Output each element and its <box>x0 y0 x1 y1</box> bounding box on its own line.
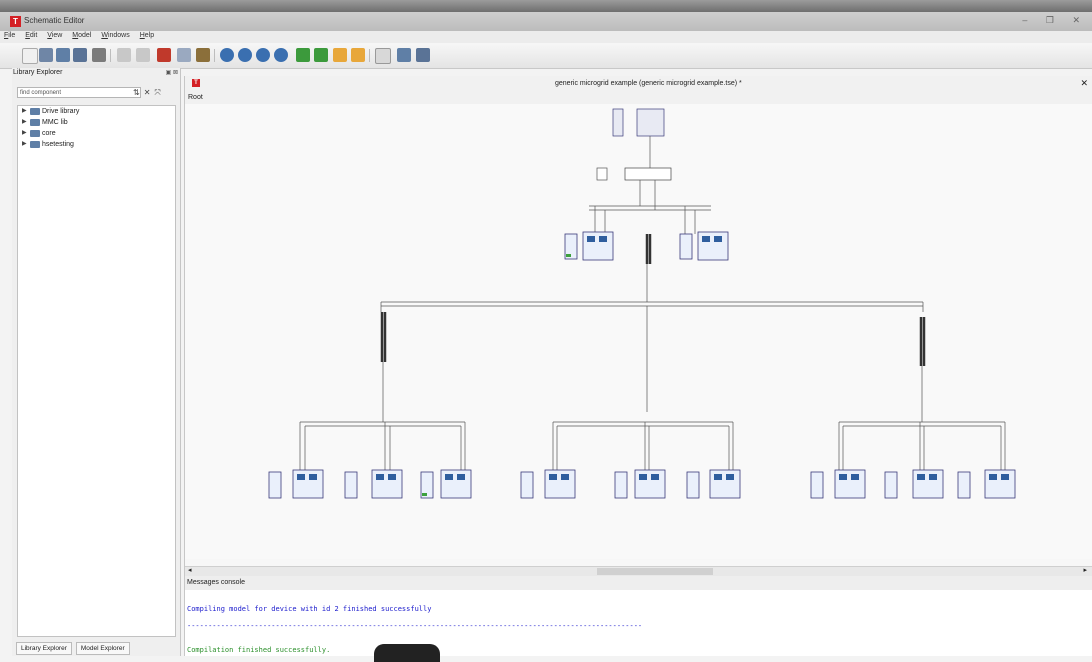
tree-item-label: hsetesting <box>42 141 74 148</box>
component-search-input[interactable]: find component <box>17 87 141 98</box>
toolbar-separator <box>214 49 215 62</box>
new-file-icon[interactable] <box>22 48 38 64</box>
menu-edit[interactable]: Edit <box>21 31 41 40</box>
cut-icon[interactable] <box>157 48 171 62</box>
app-logo-icon: T <box>10 16 21 27</box>
explorer-tabs: Library Explorer Model Explorer <box>12 642 130 656</box>
toolbar <box>0 43 1092 69</box>
expand-arrow-icon[interactable]: ▶ <box>22 106 27 117</box>
monitor-top-bezel <box>0 0 1092 12</box>
open-folder-icon[interactable] <box>39 48 53 62</box>
hil-connect-icon[interactable] <box>416 48 430 62</box>
scroll-left-icon[interactable]: ◂ <box>188 566 192 574</box>
library-tree: ▶ Drive library ▶ MMC lib ▶ core ▶ hsete… <box>17 105 176 637</box>
scroll-right-icon[interactable]: ▸ <box>1083 566 1087 574</box>
tree-item-label: MMC lib <box>42 119 68 126</box>
save-icon[interactable] <box>73 48 87 62</box>
window-controls: – ❐ ✕ <box>1006 15 1080 26</box>
flip-horizontal-icon[interactable] <box>333 48 347 62</box>
document-title: generic microgrid example (generic micro… <box>555 80 742 87</box>
toolbar-separator <box>110 49 111 62</box>
library-explorer-panel: Library Explorer ▣ ⊠ find component ⇅ ✕ ⤧ … <box>12 68 181 656</box>
tab-model-explorer[interactable]: Model Explorer <box>75 642 130 655</box>
document-logo-icon: T <box>192 79 200 87</box>
messages-console-header: Messages console <box>185 576 1092 591</box>
tree-item-core[interactable]: ▶ core <box>18 128 175 139</box>
restore-button[interactable]: ❐ <box>1046 15 1054 26</box>
close-window-button[interactable]: ✕ <box>1072 15 1080 26</box>
copy-icon[interactable] <box>177 48 191 62</box>
toolbar-separator <box>369 49 370 62</box>
sort-icon[interactable]: ⇅ <box>133 88 140 97</box>
console-separator: ----------------------------------------… <box>187 622 643 630</box>
clear-search-icon[interactable]: ✕ <box>144 88 151 97</box>
library-explorer-header: Library Explorer ▣ ⊠ <box>12 68 180 79</box>
title-bar: T Schematic Editor – ❐ ✕ <box>0 12 1092 32</box>
app-title: Schematic Editor <box>24 16 85 25</box>
flip-vertical-icon[interactable] <box>351 48 365 62</box>
schematic-canvas[interactable] <box>185 104 1092 559</box>
document-header: T generic microgrid example (generic mic… <box>185 76 1092 105</box>
tree-item-drive-library[interactable]: ▶ Drive library <box>18 106 175 117</box>
tree-item-label: core <box>42 130 56 137</box>
console-success-message: Compilation finished successfully. <box>187 646 331 654</box>
close-document-icon[interactable]: ✕ <box>1080 78 1088 89</box>
zoom-fit-icon[interactable] <box>256 48 270 62</box>
tree-item-hsetesting[interactable]: ▶ hsetesting <box>18 139 175 150</box>
meter-block <box>612 108 624 137</box>
menu-model[interactable]: Model <box>68 31 95 40</box>
scrollbar-thumb[interactable] <box>597 568 713 575</box>
panel-float-close-icons[interactable]: ▣ ⊠ <box>166 69 178 76</box>
zoom-in-icon[interactable] <box>220 48 234 62</box>
screen: T Schematic Editor – ❐ ✕ File Edit View … <box>0 0 1092 662</box>
menu-view[interactable]: View <box>43 31 66 40</box>
monitor-stand <box>374 644 440 662</box>
expand-arrow-icon[interactable]: ▶ <box>22 128 27 139</box>
main-bus-block <box>624 167 672 181</box>
undo-icon[interactable] <box>117 48 131 62</box>
zoom-out-icon[interactable] <box>238 48 252 62</box>
folder-icon <box>30 119 40 126</box>
library-explorer-title: Library Explorer <box>13 69 63 76</box>
go-down-icon[interactable] <box>314 48 328 62</box>
folder-icon <box>30 141 40 148</box>
open-recent-icon[interactable] <box>56 48 70 62</box>
menu-windows[interactable]: Windows <box>97 31 133 40</box>
expand-arrow-icon[interactable]: ▶ <box>22 117 27 128</box>
menu-file[interactable]: File <box>0 31 19 40</box>
paste-icon[interactable] <box>196 48 210 62</box>
tree-item-mmc-lib[interactable]: ▶ MMC lib <box>18 117 175 128</box>
schematic-document: T generic microgrid example (generic mic… <box>184 76 1092 656</box>
console-message: Compiling model for device with id 2 fin… <box>187 605 432 613</box>
expand-arrow-icon[interactable]: ▶ <box>22 139 27 150</box>
collapse-all-icon[interactable]: ⤧ <box>154 88 160 98</box>
tab-library-explorer[interactable]: Library Explorer <box>16 642 72 655</box>
compile-icon[interactable] <box>375 48 391 64</box>
menu-bar: File Edit View Model Windows Help <box>0 31 1092 43</box>
folder-icon <box>30 130 40 137</box>
redo-icon[interactable] <box>136 48 150 62</box>
minimize-button[interactable]: – <box>1022 15 1027 25</box>
schematic-diagram <box>268 108 1016 499</box>
upload-icon[interactable] <box>397 48 411 62</box>
zoom-selection-icon[interactable] <box>274 48 288 62</box>
grid-source-block <box>636 108 665 137</box>
messages-console-title: Messages console <box>187 579 245 586</box>
scada-block <box>596 167 608 181</box>
menu-help[interactable]: Help <box>136 31 158 40</box>
tree-item-label: Drive library <box>42 108 80 115</box>
folder-icon <box>30 108 40 115</box>
search-actions: ⇅ ✕ ⤧ <box>133 88 165 98</box>
print-icon[interactable] <box>92 48 106 62</box>
breadcrumb-root[interactable]: Root <box>188 94 203 101</box>
go-up-icon[interactable] <box>296 48 310 62</box>
messages-console: Compiling model for device with id 2 fin… <box>185 590 1092 656</box>
